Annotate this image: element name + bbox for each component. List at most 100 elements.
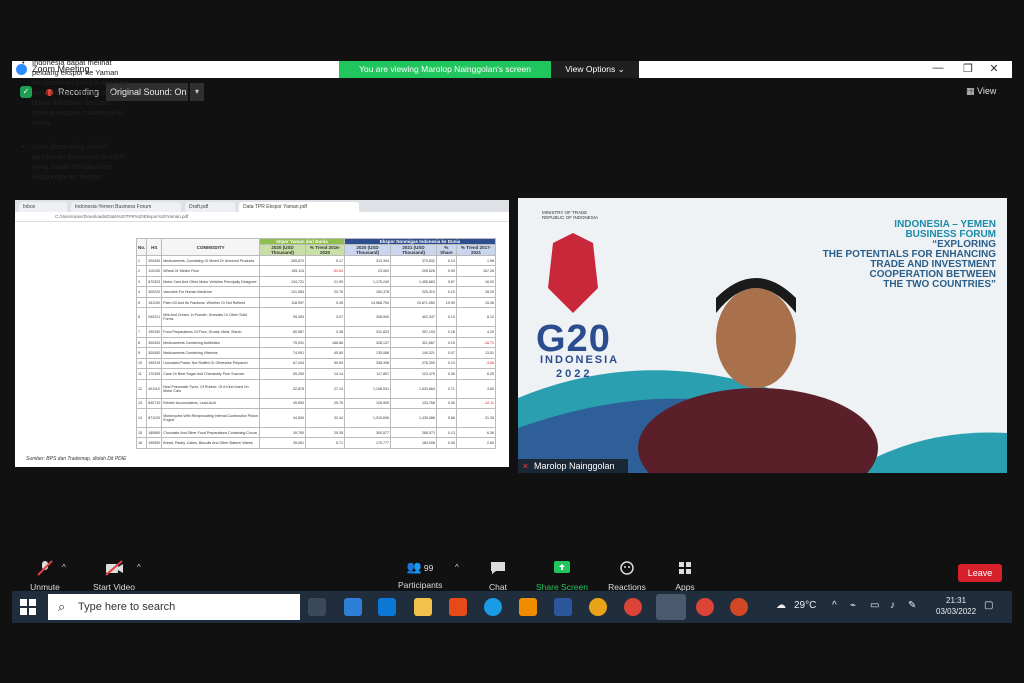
- chrome-profile-icon[interactable]: [696, 598, 714, 616]
- share-screen-button[interactable]: Share Screen: [535, 560, 589, 592]
- table-cell: 300450: [146, 347, 163, 359]
- leave-button[interactable]: Leave: [958, 564, 1002, 582]
- windows-taskbar: ⌕ Type here to search ☁ 29°C ^ ⌁ ▭ ♪ ✎ 2…: [12, 591, 1012, 623]
- table-cell: Medicaments Containing Vitamins: [161, 347, 261, 359]
- table-cell: 401110: [146, 378, 163, 399]
- volume-icon[interactable]: ♪: [890, 600, 895, 611]
- table-cell: 321,667: [389, 336, 437, 349]
- table-cell: 7: [135, 326, 148, 338]
- sub-header: 2021 (USD Thousand): [389, 244, 437, 256]
- chrome-canary-icon[interactable]: [589, 598, 607, 616]
- slide-bullets: Indonesia dapat melihat peluang ekspor k…: [22, 58, 130, 196]
- table-cell: 0.13: [435, 357, 457, 370]
- share-screen-icon: [554, 561, 570, 573]
- browser-tab[interactable]: Draft.pdf: [185, 202, 235, 212]
- table-row: 6 040221 Milk And Cream, In Powder, Granul…: [135, 307, 497, 328]
- browser-tab-active[interactable]: Data TPR Ekspor Yaman.pdf: [239, 202, 359, 212]
- table-row: 7 190190 Food Preparations Of Flour, Groat…: [135, 326, 497, 338]
- viewing-banner: You are viewing Marolop Nainggolan's scr…: [339, 61, 551, 78]
- view-options-button[interactable]: View Options ⌄: [551, 61, 639, 78]
- battery-icon[interactable]: ▭: [870, 600, 879, 611]
- table-cell: 870323: [146, 275, 163, 288]
- table-cell: 328,137: [344, 336, 391, 349]
- store-icon[interactable]: [378, 598, 396, 616]
- table-cell: 11: [135, 368, 148, 380]
- original-sound-dropdown-icon[interactable]: ▾: [190, 83, 204, 101]
- participants-caret[interactable]: ^: [455, 563, 459, 572]
- source-note: Sumber: BPS dan Trademap, diolah Dit PDI…: [26, 456, 127, 462]
- table-cell: 150,378: [344, 286, 391, 298]
- powerpoint-icon[interactable]: [730, 598, 748, 616]
- table-cell: 50.69: [304, 357, 346, 370]
- chevron-down-icon: ⌄: [617, 64, 625, 74]
- office-icon[interactable]: [449, 598, 467, 616]
- participants-button[interactable]: 👥 99 Participants: [398, 560, 442, 590]
- pen-icon[interactable]: ✎: [908, 600, 916, 611]
- col-commodity: COMMODITY: [161, 238, 261, 256]
- close-button[interactable]: ✕: [984, 62, 1004, 75]
- table-cell: 300420: [146, 336, 163, 349]
- reactions-button[interactable]: Reactions: [607, 560, 647, 592]
- view-options-label: View Options: [565, 64, 616, 74]
- table-cell: Motorcycles With Reciprocating Internal …: [161, 408, 261, 428]
- view-label: View: [977, 86, 997, 96]
- table-cell: 2.60: [455, 437, 497, 449]
- tray-chevron-icon[interactable]: ^: [832, 600, 837, 611]
- weather-temp[interactable]: 29°C: [794, 600, 816, 611]
- table-cell: Milk And Cream, In Powder, Granules Or O…: [161, 307, 261, 328]
- word-icon[interactable]: [554, 598, 572, 616]
- taskbar-clock[interactable]: 21:31 03/03/2022: [936, 595, 976, 617]
- mail-icon[interactable]: [344, 598, 362, 616]
- minimize-button[interactable]: —: [928, 62, 948, 74]
- table-cell: 133,768: [389, 397, 437, 410]
- restore-button[interactable]: ❐: [958, 62, 978, 75]
- table-cell: 25.76: [304, 397, 346, 410]
- video-options-caret[interactable]: ^: [137, 563, 141, 572]
- participants-count: 99: [423, 563, 434, 573]
- table-cell: 9: [135, 347, 148, 359]
- chrome-icon[interactable]: [624, 598, 642, 616]
- table-cell: 23,063: [344, 265, 391, 277]
- browser-tab[interactable]: Inbox: [19, 202, 67, 212]
- table-cell: 39,790: [259, 426, 306, 439]
- table-cell: 190190: [146, 326, 163, 338]
- speaker-video[interactable]: MINISTRY OF TRADE REPUBLIC OF INDONESIA …: [518, 198, 1007, 473]
- table-cell: 1,198,531: [344, 378, 391, 399]
- browser-tab[interactable]: Indonesia-Yemen Business Forum: [71, 202, 181, 212]
- table-cell: 13.51: [455, 347, 497, 359]
- network-icon[interactable]: ⌁: [850, 600, 856, 611]
- file-explorer-icon[interactable]: [414, 598, 432, 616]
- table-cell: 28.29: [455, 286, 497, 298]
- table-cell: Medicaments, Consisting Of Mixed Or Unmi…: [161, 254, 261, 267]
- table-cell: 110100: [146, 265, 163, 277]
- taskbar-search[interactable]: ⌕ Type here to search: [48, 594, 300, 620]
- table-cell: 52,878: [259, 378, 306, 399]
- table-cell: Food Preparations Of Flour, Groats, Meal…: [161, 326, 261, 338]
- table-cell: 300490: [146, 254, 163, 267]
- apps-button[interactable]: Apps: [672, 560, 698, 592]
- participants-icon: 👥 99: [406, 560, 434, 574]
- table-cell: 1,175,240: [344, 275, 391, 288]
- view-button[interactable]: ▦ View: [966, 86, 996, 97]
- windows-start-icon[interactable]: [20, 599, 36, 615]
- table-row: 13 840710 Electric Accumulators, Lead-Acid…: [135, 397, 497, 410]
- notification-icon[interactable]: ▢: [984, 600, 993, 611]
- video-off-icon: [105, 560, 123, 576]
- table-cell: 402,347: [389, 307, 437, 328]
- table-row: 12 401110 New Pneumatic Tyres, Of Rubber, …: [135, 378, 497, 399]
- zoom-taskbar-icon[interactable]: [656, 594, 686, 620]
- table-cell: 179,777: [344, 437, 391, 449]
- table-cell: 0.18: [435, 326, 457, 338]
- audio-options-caret[interactable]: ^: [62, 563, 66, 572]
- reactions-icon: [620, 561, 634, 575]
- table-cell: 25.35: [304, 426, 346, 439]
- table-cell: 5.71: [304, 437, 346, 449]
- chat-button[interactable]: Chat: [486, 560, 510, 592]
- task-view-icon[interactable]: [308, 598, 326, 616]
- vlc-icon[interactable]: [519, 598, 537, 616]
- weather-icon[interactable]: ☁: [776, 600, 786, 611]
- start-video-button[interactable]: Start Video: [92, 560, 136, 592]
- table-row: 14 871120 Motorcycles With Reciprocating I…: [135, 408, 497, 428]
- edge-icon[interactable]: [484, 598, 502, 616]
- unmute-button[interactable]: Unmute: [28, 560, 62, 592]
